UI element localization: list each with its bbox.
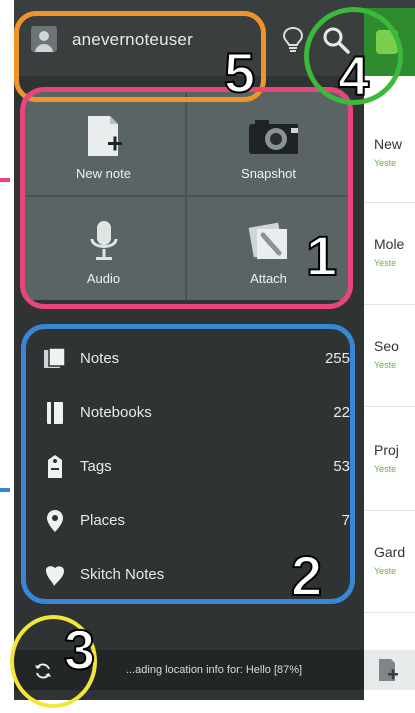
add-note-icon[interactable] <box>376 658 400 682</box>
sync-status-text: ...ading location info for: Hello [87%] <box>126 664 303 676</box>
note-title: New <box>374 136 403 152</box>
note-title: Proj <box>374 442 399 458</box>
note-item[interactable]: Proj Yeste <box>374 442 415 502</box>
note-title: Gard <box>374 544 406 560</box>
left-margin <box>0 0 14 713</box>
note-title: Mole <box>374 236 405 252</box>
note-date: Yeste <box>374 258 397 268</box>
note-date: Yeste <box>374 566 397 576</box>
callout-2-pointer <box>0 488 10 492</box>
callout-1-outline <box>20 87 353 309</box>
note-item[interactable]: Seo Yeste <box>374 338 415 398</box>
note-divider <box>364 406 415 407</box>
notes-list-panel: New Yeste Mole Yeste Seo Yeste Proj Yest… <box>364 76 415 636</box>
new-note-footer <box>364 650 415 690</box>
lightbulb-icon[interactable] <box>282 26 304 54</box>
note-title: Seo <box>374 338 399 354</box>
callout-5-number: 5 <box>223 41 256 104</box>
callout-3-number: 3 <box>63 618 96 681</box>
note-date: Yeste <box>374 158 397 168</box>
note-date: Yeste <box>374 464 397 474</box>
app-screen: anevernoteuser New note Snapshot Audio A… <box>0 0 415 713</box>
callout-2-number: 2 <box>290 544 323 607</box>
note-item[interactable]: New Yeste <box>374 136 415 196</box>
callout-4-number: 4 <box>337 44 370 107</box>
note-divider <box>364 304 415 305</box>
note-divider <box>364 612 415 613</box>
note-divider <box>364 202 415 203</box>
callout-1-pointer <box>0 178 10 182</box>
note-date: Yeste <box>374 360 397 370</box>
note-divider <box>364 510 415 511</box>
note-item[interactable]: Mole Yeste <box>374 236 415 296</box>
callout-1-number: 1 <box>305 224 338 287</box>
note-item[interactable]: Gard Yeste <box>374 544 415 604</box>
